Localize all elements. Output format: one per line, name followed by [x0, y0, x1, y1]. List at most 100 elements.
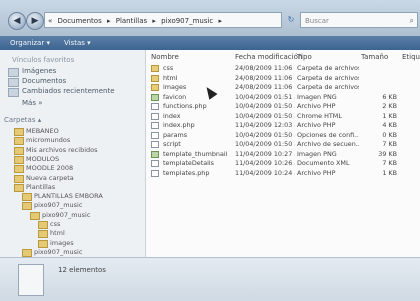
- breadcrumb-item[interactable]: Plantillas: [116, 17, 147, 25]
- column-tags[interactable]: Etique: [402, 53, 420, 61]
- breadcrumb-sep-icon: «: [48, 17, 53, 25]
- file-size: 7 KB: [382, 159, 397, 167]
- folder-icon: [30, 211, 40, 220]
- file-type: Imagen PNG: [297, 149, 337, 158]
- tree-item[interactable]: MOODLE 2008: [26, 164, 73, 172]
- file-type: Imagen PNG: [297, 92, 337, 101]
- recent-icon: [8, 88, 19, 97]
- file-row[interactable]: script 10/04/2009 01:50 a...Archivo de se…: [146, 140, 420, 149]
- back-button[interactable]: ◀: [8, 12, 26, 30]
- tree-item[interactable]: css: [50, 220, 60, 228]
- file-date: 11/04/2009 12:03 a...: [235, 121, 295, 129]
- file-size: 2 KB: [382, 102, 397, 110]
- file-type: Opciones de confi...: [297, 130, 359, 139]
- file-type: Archivo PHP: [297, 168, 336, 177]
- file-name: favicon: [163, 92, 187, 101]
- tree-item[interactable]: images: [50, 239, 74, 247]
- folders-header[interactable]: Carpetas ▴: [4, 116, 41, 124]
- file-row[interactable]: images 24/08/2009 11:06 ... Carpeta de arc…: [146, 83, 420, 92]
- file-row[interactable]: index 10/04/2009 01:50 a...Chrome HTML 1 K…: [146, 112, 420, 121]
- file-list: Nombre Fecha modificación Tipo Tamaño Et…: [146, 50, 420, 257]
- file-date: 24/08/2009 11:06 ...: [235, 83, 295, 91]
- file-name: index.php: [163, 121, 195, 129]
- tree-item[interactable]: Mis archivos recibidos: [26, 146, 97, 154]
- file-date: 24/08/2009 11:06 ...: [235, 64, 295, 72]
- tree-item[interactable]: html: [50, 229, 65, 237]
- breadcrumb-sep-icon: ▸: [106, 17, 111, 25]
- organize-button[interactable]: Organizar ▾: [10, 38, 50, 48]
- folder-icon: [14, 155, 24, 164]
- file-icon: [151, 160, 159, 167]
- file-row[interactable]: template_thumbnail 11/04/2009 10:27 a...I…: [146, 150, 420, 159]
- file-date: 24/08/2009 11:06 ...: [235, 73, 295, 82]
- nav-link-more[interactable]: Más »: [22, 99, 43, 107]
- file-type: Chrome HTML: [297, 111, 342, 120]
- file-date: 10/04/2009 01:50 a...: [235, 111, 295, 120]
- file-name: images: [163, 83, 187, 91]
- tree-item[interactable]: pixo907_music: [34, 248, 82, 256]
- tree-item[interactable]: MODULOS: [26, 155, 59, 163]
- column-type[interactable]: Tipo: [297, 53, 312, 61]
- folder-icon: [151, 74, 159, 82]
- file-type: Carpeta de archivos: [297, 73, 359, 82]
- file-row[interactable]: html 24/08/2009 11:06 ... Carpeta de archi…: [146, 74, 420, 83]
- file-date: 10/04/2009 01:50 a...: [235, 102, 295, 110]
- file-row[interactable]: templateDetails 11/04/2009 10:26 a...Docu…: [146, 159, 420, 168]
- nav-link-documents[interactable]: Documentos: [22, 77, 66, 85]
- file-date: 10/04/2009 01:50 a...: [235, 130, 295, 139]
- nav-link-pictures[interactable]: Imágenes: [22, 67, 56, 75]
- file-type: Carpeta de archivos: [297, 64, 359, 72]
- address-bar: ◀ ▶ « Documentos ▸ Plantillas ▸ pixo907_…: [0, 0, 420, 36]
- item-count: 12 elementos: [58, 266, 106, 274]
- tree-item[interactable]: pixo907_music: [34, 201, 82, 209]
- file-row[interactable]: templates.php 11/04/2009 10:24 a...Archiv…: [146, 169, 420, 178]
- file-size: 6 KB: [382, 92, 397, 101]
- explorer-window: ◀ ▶ « Documentos ▸ Plantillas ▸ pixo907_…: [0, 0, 420, 301]
- tree-item[interactable]: MEBANEO: [26, 127, 59, 135]
- file-date: 10/04/2009 01:50 a...: [235, 140, 295, 148]
- tree-item[interactable]: Nueva carpeta: [26, 174, 74, 182]
- file-date: 10/04/2009 01:51 a...: [235, 92, 295, 101]
- search-icon[interactable]: ⌕: [410, 13, 414, 29]
- folder-icon: [151, 84, 159, 91]
- file-date: 11/04/2009 10:27 a...: [235, 149, 295, 158]
- image-file-icon: [151, 93, 159, 101]
- navigation-pane: Vínculos favoritos Imágenes Documentos C…: [0, 50, 146, 257]
- column-name[interactable]: Nombre: [151, 53, 179, 61]
- file-icon: [151, 169, 159, 177]
- file-row[interactable]: favicon 10/04/2009 01:51 a...Imagen PNG 6 …: [146, 93, 420, 102]
- folder-icon: [14, 165, 24, 174]
- nav-link-recent[interactable]: Cambiados recientemente: [22, 87, 115, 95]
- file-size: 1 KB: [382, 111, 397, 120]
- column-date[interactable]: Fecha modificación: [235, 53, 302, 61]
- organize-label: Organizar: [10, 39, 45, 47]
- file-type: Carpeta de archivos: [297, 83, 359, 91]
- folder-icon: [38, 230, 48, 239]
- file-row[interactable]: params 10/04/2009 01:50 a...Opciones de c…: [146, 131, 420, 140]
- folder-icon: [14, 174, 24, 183]
- breadcrumb[interactable]: « Documentos ▸ Plantillas ▸ pixo907_musi…: [44, 12, 282, 28]
- tree-item[interactable]: pixo907_music: [42, 211, 90, 219]
- search-input[interactable]: Buscar ⌕: [300, 12, 418, 28]
- tree-item[interactable]: micromundos: [26, 136, 70, 144]
- file-date: 11/04/2009 10:24 a...: [235, 168, 295, 177]
- folder-icon: [14, 183, 24, 192]
- file-row[interactable]: index.php 11/04/2009 12:03 a...Archivo PH…: [146, 121, 420, 130]
- file-row[interactable]: functions.php 10/04/2009 01:50 a...Archiv…: [146, 102, 420, 111]
- views-button[interactable]: Vistas ▾: [64, 38, 91, 48]
- tree-item[interactable]: Plantillas: [26, 183, 55, 191]
- column-size[interactable]: Tamaño: [361, 53, 388, 61]
- breadcrumb-item[interactable]: Documentos: [58, 17, 102, 25]
- file-icon: [151, 103, 159, 110]
- image-file-icon: [151, 150, 159, 158]
- tree-item[interactable]: PLANTILLAS EMBORA: [34, 192, 103, 200]
- refresh-icon[interactable]: ↻: [284, 12, 298, 28]
- favorites-header: Vínculos favoritos: [12, 56, 75, 64]
- file-type: Archivo PHP: [297, 121, 336, 129]
- file-row[interactable]: css 24/08/2009 11:06 ... Carpeta de archiv…: [146, 64, 420, 73]
- file-type: Documento XML: [297, 159, 350, 167]
- breadcrumb-item[interactable]: pixo907_music: [161, 17, 213, 25]
- forward-button[interactable]: ▶: [26, 12, 44, 30]
- pictures-icon: [8, 68, 19, 77]
- file-name: functions.php: [163, 102, 207, 110]
